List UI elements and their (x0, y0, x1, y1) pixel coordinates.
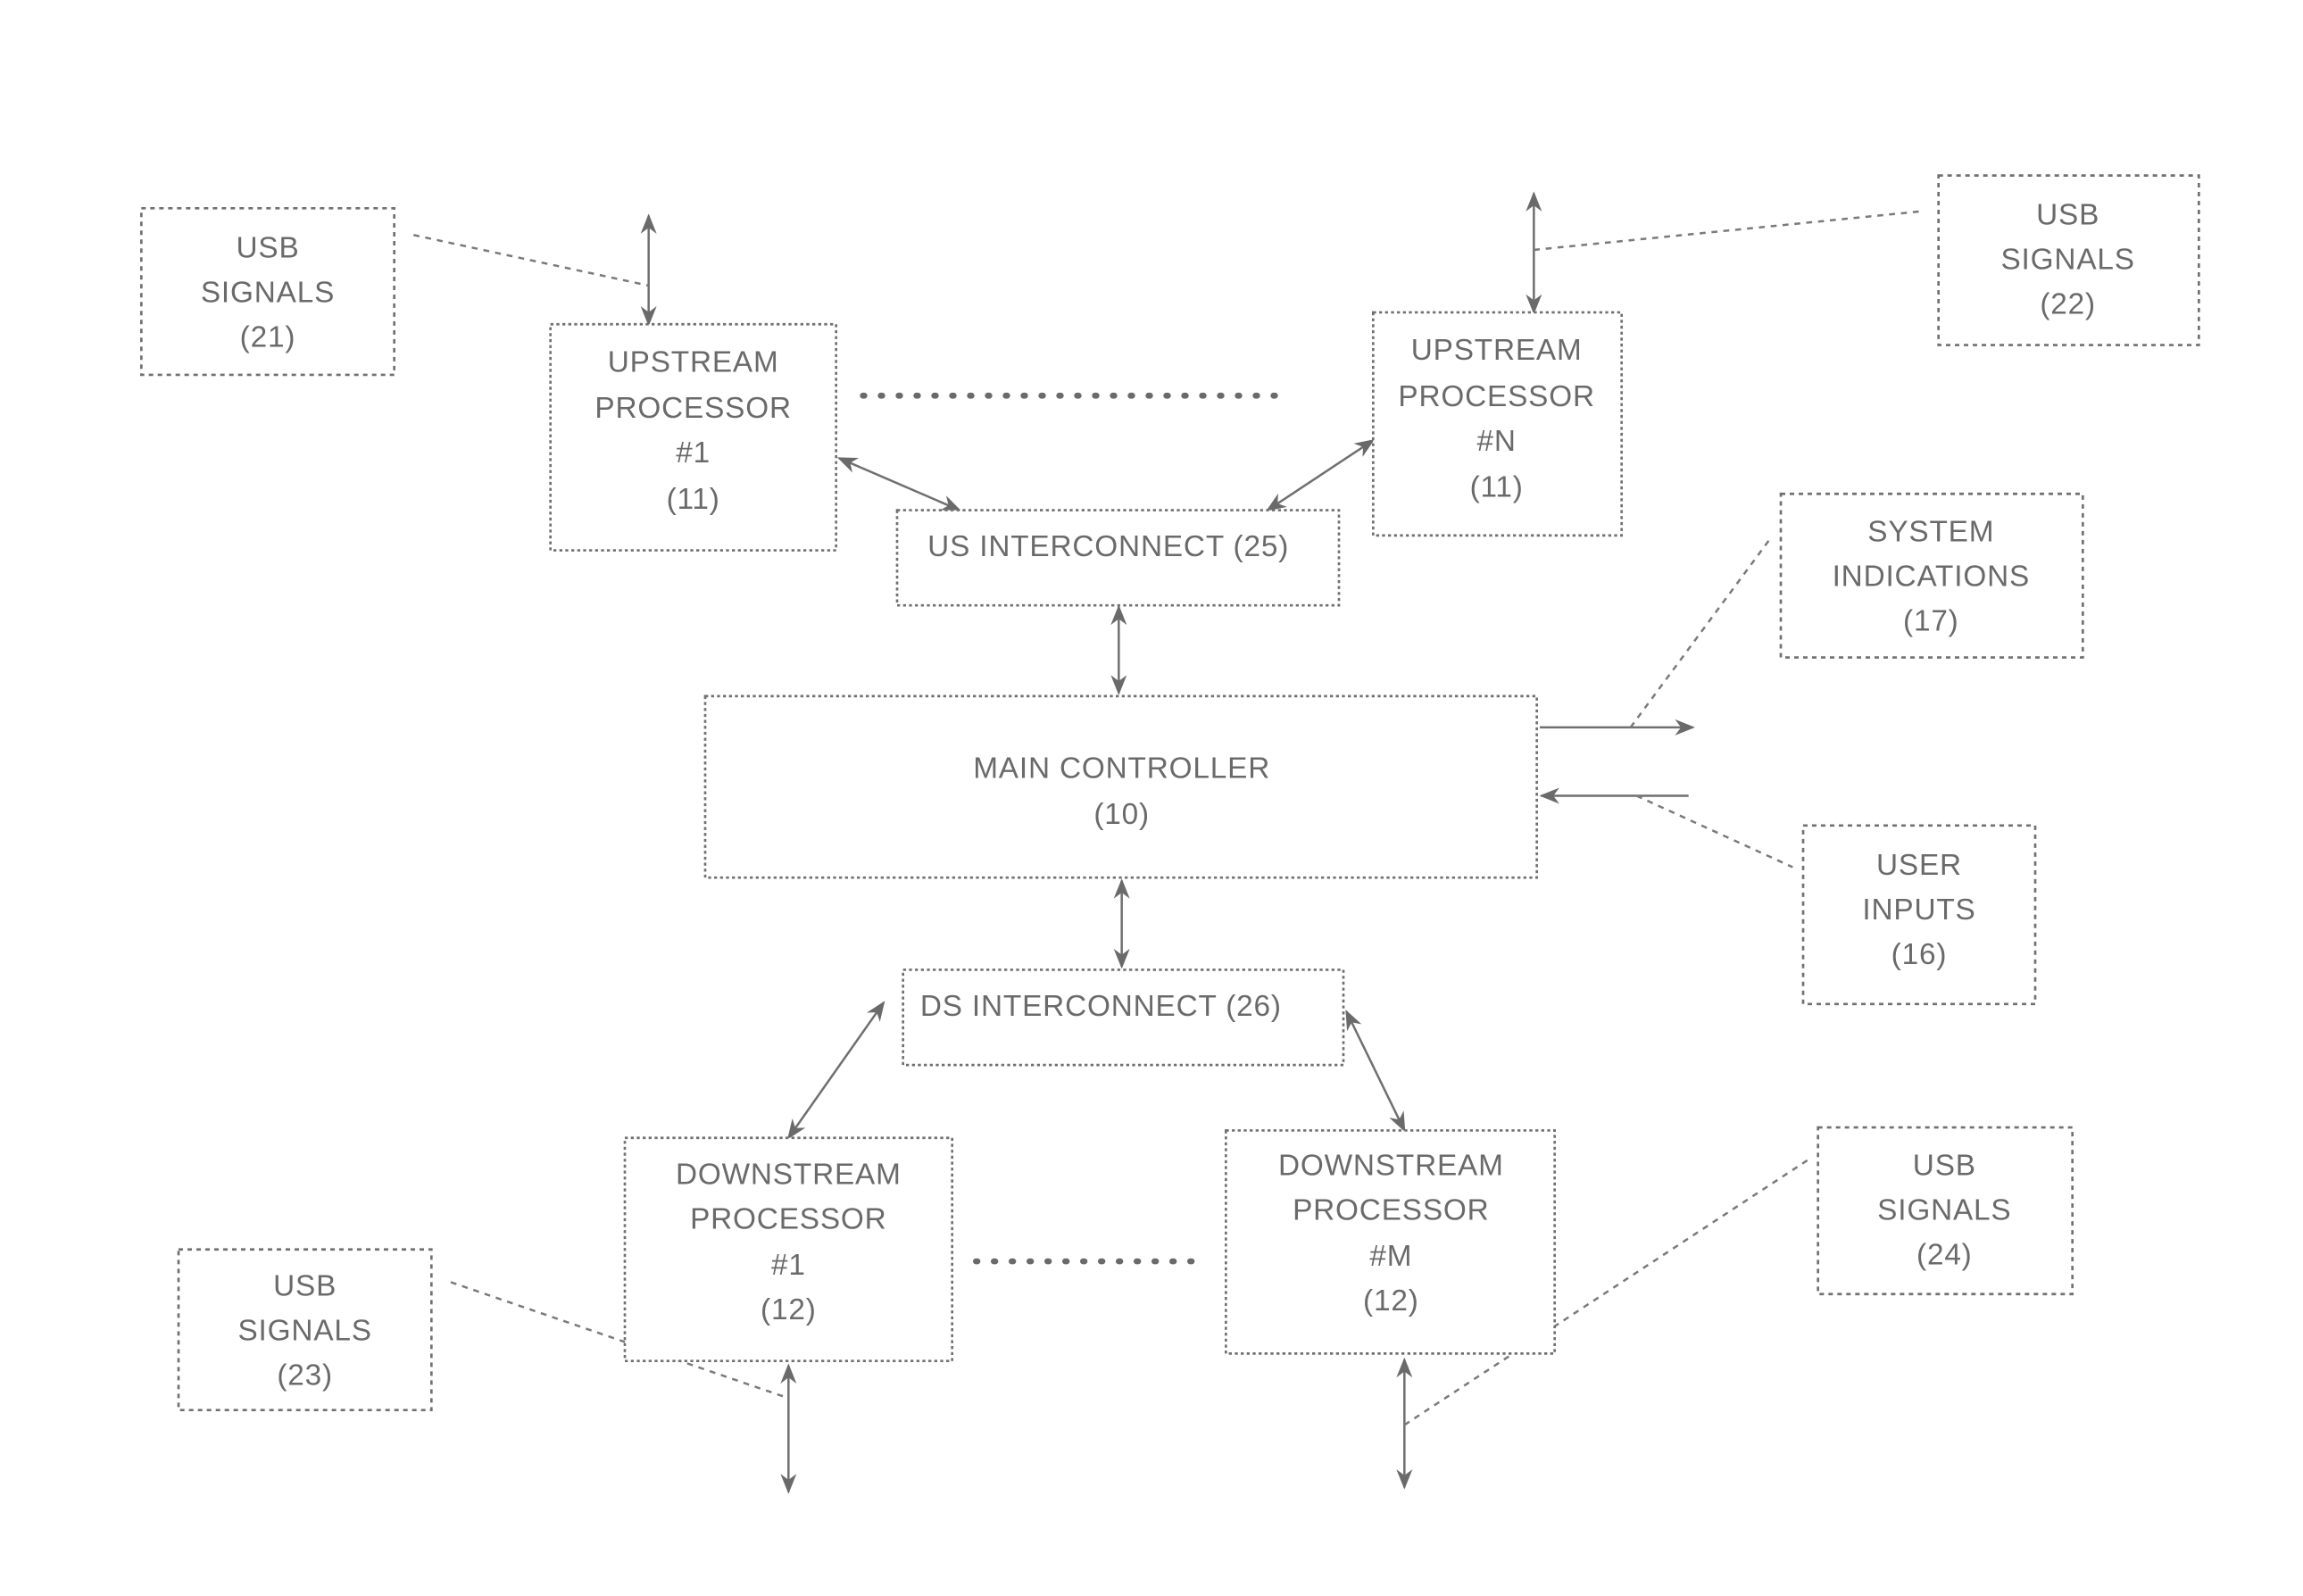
system-indications-leader (1629, 537, 1772, 728)
usb24-line1: USB (1913, 1149, 1976, 1182)
upn-line1: UPSTREAM (1411, 334, 1583, 367)
up1-line2: PROCESSOR (594, 392, 792, 425)
system-indications-line3: (17) (1903, 605, 1959, 638)
usb21-line2: SIGNALS (201, 276, 335, 309)
system-indications-line2: INDICATIONS (1833, 561, 2031, 594)
dpm-line2: PROCESSOR (1293, 1193, 1490, 1226)
upn-usic-arrow (1266, 438, 1376, 511)
user-inputs-box: USER INPUTS (16) (1801, 824, 2037, 1006)
user-inputs-line1: USER (1876, 849, 1962, 882)
us-interconnect-label: US INTERCONNECT (25) (927, 530, 1289, 563)
system-indications-box: SYSTEM INDICATIONS (17) (1779, 492, 2084, 659)
us-interconnect-box: US INTERCONNECT (25) (895, 509, 1341, 607)
usb23-line2: SIGNALS (238, 1314, 372, 1347)
up1-usic-arrow (836, 457, 962, 511)
usb21-leader (413, 234, 649, 287)
dp1-line3: #1 (771, 1249, 806, 1282)
upstream-processor-n-box: UPSTREAM PROCESSOR #N (11) (1372, 311, 1623, 537)
dsic-dpm-arrow (1345, 1010, 1406, 1133)
usb-signals-22-box: USB SIGNALS (22) (1937, 174, 2200, 346)
usb22-leader (1534, 210, 1923, 252)
usb-signals-24-box: USB SIGNALS (24) (1817, 1126, 2074, 1296)
usb22-line1: USB (2036, 199, 2099, 232)
user-inputs-line3: (16) (1891, 938, 1948, 971)
usb24-line2: SIGNALS (1877, 1193, 2011, 1226)
usb21-line3: (21) (240, 320, 296, 353)
dpm-line3: #M (1369, 1240, 1412, 1273)
usb23-line3: (23) (277, 1359, 333, 1392)
downstream-processor-1-box: DOWNSTREAM PROCESSOR #1 (12) (623, 1136, 953, 1363)
user-inputs-leader (1635, 794, 1793, 869)
dpm-line4: (12) (1363, 1284, 1419, 1318)
dpm-line1: DOWNSTREAM (1278, 1149, 1504, 1182)
downstream-processor-m-box: DOWNSTREAM PROCESSOR #M (12) (1225, 1129, 1556, 1355)
system-block-diagram: USB SIGNALS (21) UPSTREAM PROCESSOR #1 (… (139, 174, 2200, 1494)
user-inputs-line2: INPUTS (1862, 894, 1975, 927)
up1-line1: UPSTREAM (608, 346, 779, 379)
upstream-processor-1-box: UPSTREAM PROCESSOR #1 (11) (549, 322, 838, 552)
usb22-line3: (22) (2040, 288, 2096, 321)
usb24-line3: (24) (1916, 1238, 1973, 1271)
dp1-line1: DOWNSTREAM (676, 1158, 902, 1191)
upn-line4: (11) (1470, 471, 1524, 504)
up1-line3: #1 (676, 436, 711, 470)
ds-interconnect-box: DS INTERCONNECT (26) (902, 968, 1345, 1067)
ds-interconnect-label: DS INTERCONNECT (26) (920, 990, 1282, 1023)
usb23-line1: USB (273, 1269, 337, 1302)
upn-line3: #N (1477, 425, 1517, 458)
main-controller-box: MAIN CONTROLLER (10) (703, 694, 1539, 879)
dp1-line4: (12) (761, 1293, 817, 1326)
usb21-line1: USB (236, 231, 299, 264)
up1-line4: (11) (667, 483, 720, 516)
main-controller-line2: (10) (1093, 798, 1150, 831)
dp1-line2: PROCESSOR (690, 1202, 887, 1235)
usb-signals-23-box: USB SIGNALS (23) (177, 1248, 433, 1412)
main-controller-line1: MAIN CONTROLLER (973, 752, 1270, 786)
dsic-dp1-arrow (787, 1001, 885, 1140)
system-indications-line1: SYSTEM (1867, 516, 1994, 549)
usb22-line2: SIGNALS (2001, 244, 2135, 277)
usb-signals-21-box: USB SIGNALS (21) (139, 206, 395, 377)
upn-line2: PROCESSOR (1398, 380, 1595, 413)
